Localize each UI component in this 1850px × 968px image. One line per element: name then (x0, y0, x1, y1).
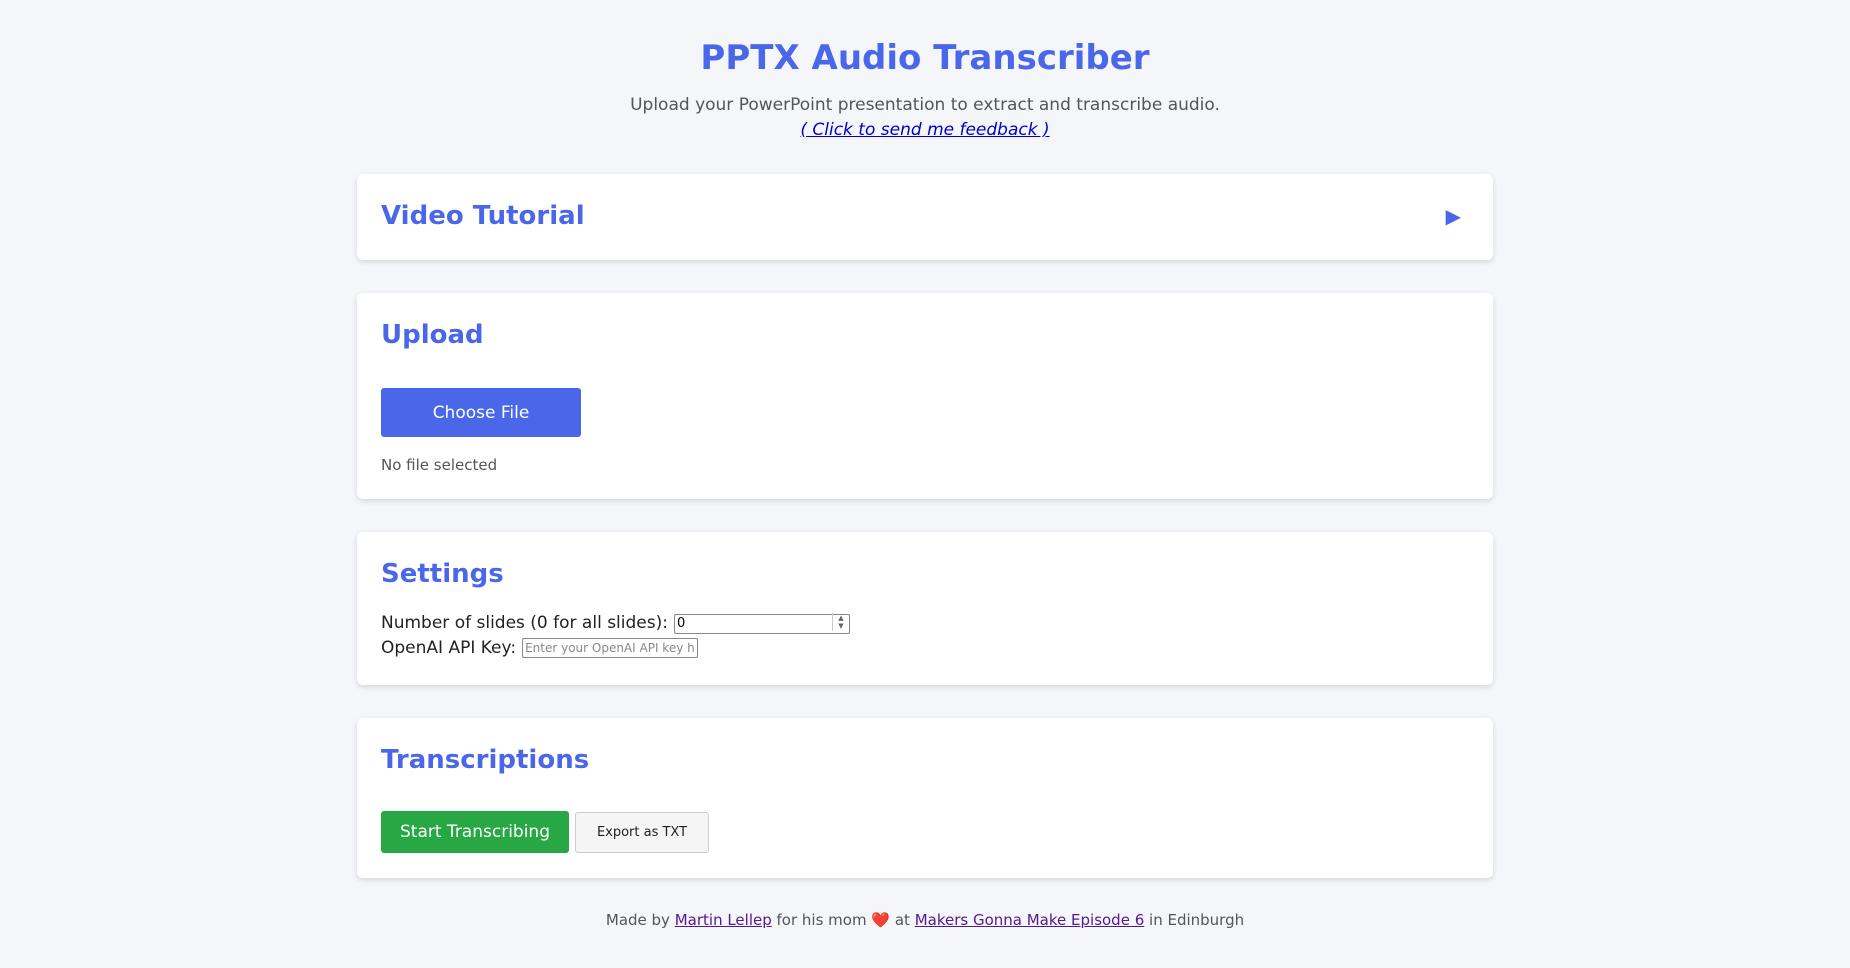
file-status: No file selected (381, 456, 498, 474)
page-title: PPTX Audio Transcriber (700, 38, 1150, 78)
start-transcribing-button[interactable]: Start Transcribing (381, 811, 569, 853)
footer-location: in Edinburgh (1149, 911, 1245, 929)
footer-at: at (894, 911, 910, 929)
author-link[interactable]: Martin Lellep (675, 911, 772, 929)
play-icon[interactable]: ▶ (1446, 204, 1461, 228)
video-tutorial-heading: Video Tutorial (381, 201, 585, 231)
footer-for-text: for his mom (776, 911, 867, 929)
api-key-input[interactable] (522, 638, 699, 658)
slides-label: Number of slides (0 for all slides): (381, 612, 668, 633)
slides-stepper[interactable]: ▲▼ (673, 612, 850, 634)
choose-file-button[interactable]: Choose File (381, 388, 581, 437)
transcriptions-heading: Transcriptions (381, 745, 590, 775)
footer: Made by Martin Lellep for his mom ❤️ at … (0, 911, 1850, 929)
header: PPTX Audio Transcriber Upload your Power… (0, 0, 1850, 140)
slides-row: Number of slides (0 for all slides): ▲▼ (381, 612, 850, 634)
export-txt-button[interactable]: Export as TXT (575, 812, 709, 853)
slides-input[interactable] (673, 613, 850, 634)
settings-heading: Settings (381, 559, 504, 589)
settings-card: Settings Number of slides (0 for all sli… (357, 532, 1493, 685)
video-tutorial-card[interactable]: Video Tutorial ▶ (357, 174, 1493, 260)
upload-heading: Upload (381, 320, 484, 350)
api-key-row: OpenAI API Key: (381, 638, 699, 658)
feedback-link[interactable]: ( Click to send me feedback ) (800, 120, 1049, 140)
event-link[interactable]: Makers Gonna Make Episode 6 (915, 911, 1145, 929)
page: PPTX Audio Transcriber Upload your Power… (0, 0, 1850, 968)
footer-made-by: Made by (605, 911, 670, 929)
spinner-icon[interactable]: ▲ ▼ (831, 613, 849, 631)
page-subtitle: Upload your PowerPoint presentation to e… (630, 95, 1220, 115)
upload-card: Upload Choose File No file selected (357, 293, 1493, 499)
transcriptions-card: Transcriptions Start Transcribing Export… (357, 718, 1493, 878)
heart-icon: ❤️ (871, 911, 891, 929)
api-key-label: OpenAI API Key: (381, 638, 517, 658)
